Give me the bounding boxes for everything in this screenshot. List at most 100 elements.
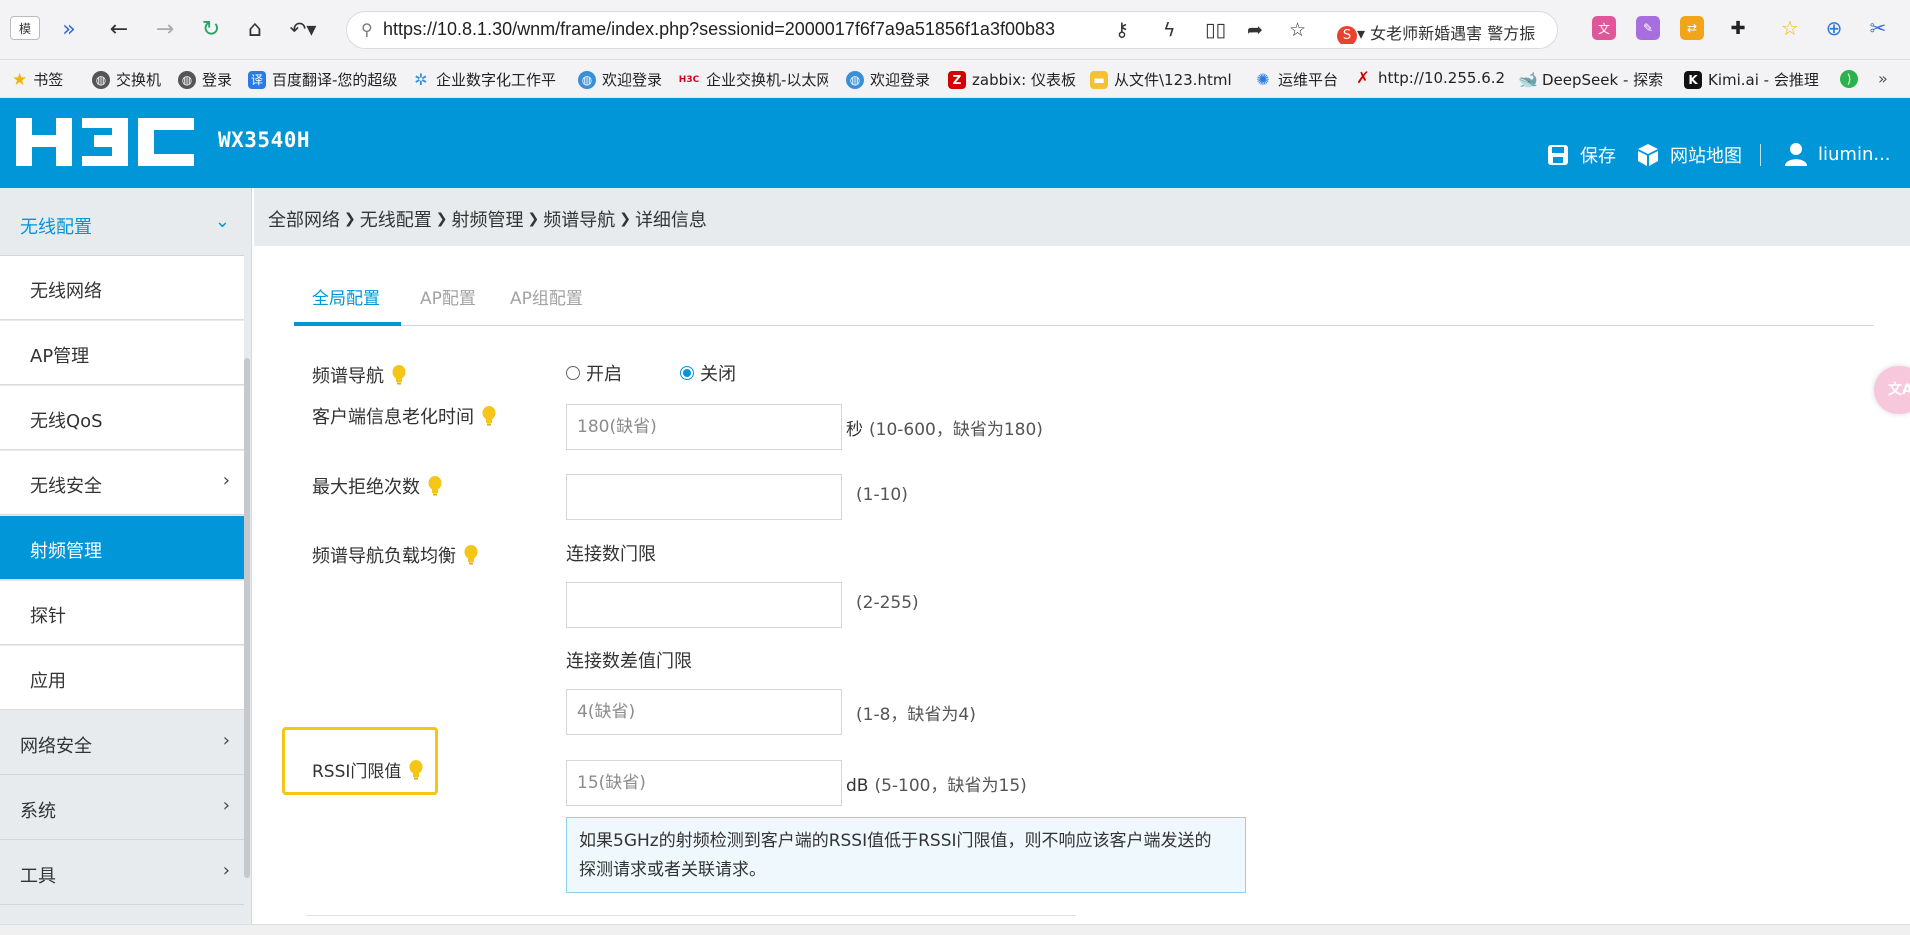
translate-icon: 译 [248,70,266,89]
breadcrumb-item-current: 详细信息 [634,210,707,231]
bookmark-item[interactable]: ◍ 欢迎登录 [846,69,940,90]
config-tabs: 全局配置 AP配置 AP组配置 [294,270,1874,326]
spectrum-nav-off-radio[interactable]: 关闭 [680,360,736,386]
sidebar-group-wireless-config[interactable]: 无线配置 ⌄ [0,192,244,256]
bookmark-item[interactable]: ▬ 从文件\123.html [1090,69,1240,90]
sidebar-item-wireless-qos[interactable]: 无线QoS [0,386,244,450]
bookmark-item[interactable]: ◍ 交换机 [92,69,168,90]
lightbulb-icon[interactable] [392,365,406,385]
rssi-input[interactable] [566,760,842,806]
conn-diff-input[interactable] [566,689,842,735]
floating-translate-icon[interactable]: 文A [1874,366,1910,414]
max-reject-hint: (1-10) [856,485,908,505]
chevron-right-icon: ❯ [344,211,356,227]
client-aging-input[interactable] [566,404,842,450]
bookmark-item[interactable]: ✲ 企业数字化工作平 [412,69,560,90]
lightbulb-icon[interactable] [482,406,496,426]
sidebar-group-tools[interactable]: 工具 › [0,841,244,905]
bookmark-item[interactable]: 译 百度翻译-您的超级 [248,69,398,90]
network-icon: ✲ [414,69,428,89]
tab-list-icon[interactable]: » [54,14,84,44]
edit-ext-icon[interactable]: ✎ [1636,16,1660,40]
zabbix-icon: Z [948,70,966,89]
sidebar: 无线配置 ⌄ 无线网络 AP管理 无线QoS 无线安全 › 射频管理 探针 应用… [0,188,252,935]
bookmark-item[interactable]: H3C 企业交换机-以太网 [678,69,828,90]
bookmark-overflow-icon[interactable]: ) » [1840,69,1900,88]
forward-icon[interactable]: → [150,14,180,44]
bolt-icon[interactable]: ϟ [1163,19,1176,41]
translate-ext-icon[interactable]: 文 [1592,16,1616,40]
sidebar-group-network-security[interactable]: 网络安全 › [0,711,244,775]
breadcrumb-item[interactable]: 无线配置 [360,206,432,232]
cut-icon[interactable]: ✂ [1866,16,1890,40]
app-header: WX3540H 保存 网站地图 liumin... [0,98,1910,188]
sitemap-button[interactable]: 网站地图 [1636,142,1742,168]
star-icon: ★ [12,69,28,90]
puzzle-icon[interactable]: ✚ [1726,16,1750,40]
bookmark-item[interactable]: Z zabbix: 仪表板 [948,69,1078,90]
url-text: https://10.8.1.30/wnm/frame/index.php?se… [383,19,1056,39]
browser-tab[interactable]: 模 [10,16,40,40]
bookmark-item[interactable]: ✺ 运维平台 [1254,69,1354,90]
tab-ap-config[interactable]: AP配置 [420,284,476,309]
sitemap-label: 网站地图 [1670,146,1742,167]
spectrum-nav-label: 频谱导航 [312,362,406,388]
bookmark-item[interactable]: ◍ 登录 [178,69,240,90]
max-reject-input[interactable] [566,474,842,520]
header-divider [1760,144,1761,166]
user-menu[interactable]: liumin... [1784,142,1891,166]
breadcrumb-item[interactable]: 射频管理 [451,206,523,232]
chevron-right-icon: › [222,730,230,751]
lightbulb-icon[interactable] [464,545,478,565]
download-icon[interactable]: ⊕ [1822,16,1846,40]
sync-ext-icon[interactable]: ⇄ [1680,16,1704,40]
key-icon[interactable]: ⚷ [1115,19,1129,41]
chevron-right-icon: ❯ [435,211,448,227]
favorite-icon[interactable]: ☆ [1289,19,1306,41]
breadcrumb-item[interactable]: 频谱导航 [543,206,615,232]
sidebar-item-application[interactable]: 应用 [0,646,244,710]
chevron-right-icon: ❯ [527,211,540,227]
lightbulb-icon[interactable] [428,476,442,496]
chevron-right-icon: › [222,470,230,491]
chevron-down-icon: ⌄ [214,211,230,232]
bookmark-item[interactable]: K Kimi.ai - 会推理 [1684,69,1834,90]
reload-icon[interactable]: ↻ [196,14,226,44]
chevron-right-icon: ❯ [619,211,631,227]
leaf-icon: ) [1840,69,1858,88]
sidebar-item-ap-management[interactable]: AP管理 [0,321,244,385]
bookmark-item[interactable]: ✗ http://10.255.6.2 [1354,69,1504,87]
sidebar-item-rf-management[interactable]: 射频管理 [0,516,244,580]
reader-icon[interactable]: ▯▯ [1205,19,1226,41]
conn-threshold-input[interactable] [566,582,842,628]
globe-icon: ◍ [92,70,110,89]
home-icon[interactable]: ⌂ [240,14,270,44]
sidebar-item-wireless-network[interactable]: 无线网络 [0,256,244,320]
breadcrumb-item[interactable]: 全部网络 [268,206,340,232]
rssi-hint: dB (5-100，缺省为15) [846,776,1027,796]
tab-ap-group-config[interactable]: AP组配置 [510,284,583,309]
save-label: 保存 [1580,146,1616,167]
address-bar[interactable]: ⚲ https://10.8.1.30/wnm/frame/index.php?… [346,11,1558,49]
share-icon[interactable]: ➦ [1247,19,1263,41]
bookmarks-bar: ★ 书签 ◍ 交换机 ◍ 登录 译 百度翻译-您的超级 ✲ 企业数字化工作平 ◍… [0,60,1910,98]
lightbulb-icon[interactable] [409,759,423,780]
sidebar-item-wireless-security[interactable]: 无线安全 › [0,451,244,515]
kimi-icon: K [1684,70,1702,89]
star-outline-icon[interactable]: ☆ [1778,16,1802,40]
device-model: WX3540H [218,128,311,152]
undo-close-icon[interactable]: ↶▾ [288,14,318,44]
sidebar-item-probe[interactable]: 探针 [0,581,244,645]
bookmark-item[interactable]: ★ 书签 [12,69,72,90]
news-chip[interactable]: S ▾ 女老师新婚遇害 警方振 [1337,20,1557,44]
sidebar-group-system[interactable]: 系统 › [0,776,244,840]
bookmark-item[interactable]: ◍ 欢迎登录 [578,69,672,90]
back-icon[interactable]: ← [104,14,134,44]
horizontal-scrollbar[interactable] [0,924,1910,935]
spectrum-nav-on-radio[interactable]: 开启 [566,360,622,386]
cube-icon [1638,144,1658,166]
save-button[interactable]: 保存 [1546,142,1616,168]
tab-global-config[interactable]: 全局配置 [312,284,380,309]
sidebar-scrollbar[interactable] [244,358,250,878]
bookmark-item[interactable]: 🐋 DeepSeek - 探索 [1518,69,1668,90]
